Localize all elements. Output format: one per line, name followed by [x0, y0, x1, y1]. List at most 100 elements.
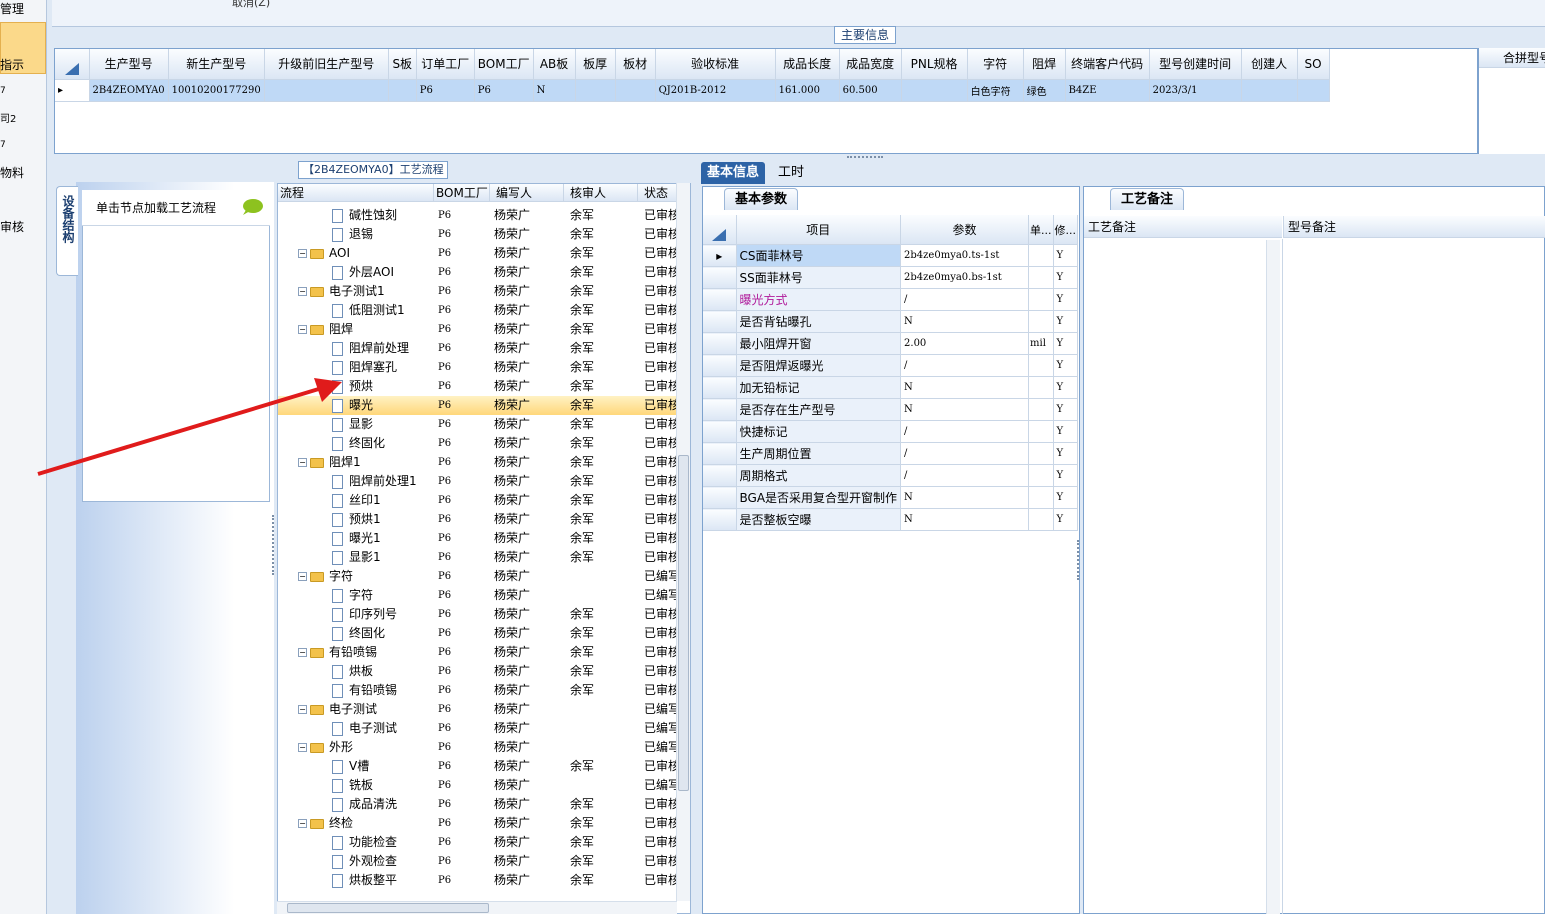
main-col-header[interactable]: S板	[388, 49, 417, 80]
tree-vertical-scrollbar[interactable]	[676, 183, 690, 901]
main-cell[interactable]	[901, 79, 968, 102]
param-value[interactable]: 2.00	[900, 332, 1030, 355]
main-col-header[interactable]: 字符	[967, 49, 1024, 80]
tree-row[interactable]: 铣板 P6 杨荣广 已编写	[278, 776, 678, 795]
param-value[interactable]: /	[900, 288, 1030, 311]
tree-row[interactable]: 印序列号 P6 杨荣广 余军 已审核	[278, 605, 678, 624]
tree-node[interactable]: 铣板	[278, 776, 433, 795]
main-col-header[interactable]: 板材	[615, 49, 656, 80]
collapse-icon[interactable]: −	[298, 287, 307, 296]
params-col-header[interactable]: 修...	[1053, 215, 1079, 245]
main-cell[interactable]	[264, 79, 389, 102]
merge-model-header[interactable]: 合拼型号	[1479, 48, 1545, 68]
tree-col-reviewer[interactable]: 核审人	[564, 184, 638, 202]
tree-row[interactable]: 曝光1 P6 杨荣广 余军 已审核	[278, 529, 678, 548]
tree-node[interactable]: 有铅喷锡	[278, 681, 433, 700]
main-col-header[interactable]: PNL规格	[901, 49, 968, 80]
tab-process-notes[interactable]: 工艺备注	[1110, 188, 1184, 210]
collapse-icon[interactable]: −	[298, 648, 307, 657]
tree-row[interactable]: 退锡 P6 杨荣广 余军 已审核	[278, 225, 678, 244]
main-cell[interactable]: P6	[474, 79, 534, 102]
tree-node[interactable]: 预烘1	[278, 510, 433, 529]
tree-row[interactable]: 终固化 P6 杨荣广 余军 已审核	[278, 624, 678, 643]
tree-row[interactable]: − 有铅喷锡 P6 杨荣广 余军 已审核	[278, 643, 678, 662]
param-value[interactable]: N	[900, 376, 1030, 399]
main-cell[interactable]	[388, 79, 417, 102]
collapse-icon[interactable]: −	[298, 743, 307, 752]
main-cell[interactable]: QJ201B-2012	[655, 79, 776, 102]
nav-item-review[interactable]: 审核	[0, 218, 24, 235]
nav-item-manage[interactable]: 管理	[0, 0, 24, 17]
tree-node[interactable]: − 电子测试	[278, 700, 433, 719]
tree-row[interactable]: 烘板整平 P6 杨荣广 余军 已审核	[278, 871, 678, 890]
params-row[interactable]: 最小阻焊开窗 2.00 mil Y	[703, 332, 1079, 355]
params-row[interactable]: 是否存在生产型号 N Y	[703, 398, 1079, 421]
tree-row[interactable]: 显影1 P6 杨荣广 余军 已审核	[278, 548, 678, 567]
main-col-header[interactable]: 型号创建时间	[1149, 49, 1242, 80]
param-value[interactable]: /	[900, 354, 1030, 377]
collapse-icon[interactable]: −	[298, 249, 307, 258]
tree-node[interactable]: V槽	[278, 757, 433, 776]
tree-row[interactable]: − AOI P6 杨荣广 余军 已审核	[278, 244, 678, 263]
main-cell[interactable]: B4ZE	[1065, 79, 1150, 102]
tree-row[interactable]: − 电子测试 P6 杨荣广 已编写	[278, 700, 678, 719]
tree-row[interactable]: 成品清洗 P6 杨荣广 余军 已审核	[278, 795, 678, 814]
tree-col-writer[interactable]: 编写人	[490, 184, 564, 202]
main-col-header[interactable]: 板厚	[575, 49, 616, 80]
tree-row[interactable]: 阻焊前处理 P6 杨荣广 余军 已审核	[278, 339, 678, 358]
tree-node[interactable]: 退锡	[278, 225, 433, 244]
tree-row[interactable]: V槽 P6 杨荣广 余军 已审核	[278, 757, 678, 776]
params-row[interactable]: 加无铅标记 N Y	[703, 376, 1079, 399]
tab-basic-params[interactable]: 基本参数	[724, 188, 798, 210]
params-row[interactable]: 是否整板空曝 N Y	[703, 508, 1079, 531]
tree-row[interactable]: 字符 P6 杨荣广 已编写	[278, 586, 678, 605]
main-cell[interactable]: 10010200177290	[168, 79, 265, 102]
main-cell[interactable]: 2023/3/1	[1149, 79, 1242, 102]
tree-scroll-thumb[interactable]	[678, 455, 689, 791]
left-splitter-grip[interactable]	[272, 515, 276, 575]
collapse-icon[interactable]: −	[298, 572, 307, 581]
tree-col-flow[interactable]: 流程	[278, 184, 434, 202]
main-col-header[interactable]: BOM工厂	[474, 49, 534, 80]
tab-basic-info[interactable]: 基本信息	[701, 162, 766, 184]
tree-horizontal-scrollbar[interactable]	[277, 901, 677, 914]
tree-node[interactable]: 字符	[278, 586, 433, 605]
nav-item-instruct[interactable]: 指示	[0, 56, 24, 73]
main-col-header[interactable]: AB板	[533, 49, 576, 80]
tree-row[interactable]: 丝印1 P6 杨荣广 余军 已审核	[278, 491, 678, 510]
param-value[interactable]: /	[900, 442, 1030, 465]
tree-node[interactable]: 电子测试	[278, 719, 433, 738]
tree-node[interactable]: − AOI	[278, 244, 433, 263]
main-col-header[interactable]: 新生产型号	[168, 49, 265, 80]
nav-item-material[interactable]: 物料	[0, 164, 24, 181]
collapse-icon[interactable]: −	[298, 819, 307, 828]
param-value[interactable]: /	[900, 420, 1030, 443]
tree-row[interactable]: 功能检查 P6 杨荣广 余军 已审核	[278, 833, 678, 852]
tree-row[interactable]: − 外形 P6 杨荣广 已编写	[278, 738, 678, 757]
param-value[interactable]: 2b4ze0mya0.bs-1st	[900, 266, 1030, 289]
nav-item-5[interactable]: 7	[0, 140, 6, 150]
tree-node[interactable]: 终固化	[278, 624, 433, 643]
tree-node[interactable]: 外层AOI	[278, 263, 433, 282]
params-col-header[interactable]: 项目	[736, 215, 902, 245]
tree-node[interactable]: − 终检	[278, 814, 433, 833]
params-row[interactable]: 快捷标记 / Y	[703, 420, 1079, 443]
params-col-header[interactable]: 单...	[1028, 215, 1054, 245]
params-row[interactable]: 曝光方式 / Y	[703, 288, 1079, 311]
main-cell[interactable]: P6	[416, 79, 475, 102]
main-cell[interactable]: 白色字符	[967, 79, 1024, 102]
main-col-header[interactable]: 终端客户代码	[1065, 49, 1150, 80]
tree-node[interactable]: − 电子测试1	[278, 282, 433, 301]
main-cell[interactable]: 2B4ZEOMYA0	[89, 79, 169, 102]
tree-node[interactable]: 碱性蚀刻	[278, 206, 433, 225]
load-process-header[interactable]: 单击节点加载工艺流程	[82, 190, 270, 226]
params-row[interactable]: 生产周期位置 / Y	[703, 442, 1079, 465]
tree-row[interactable]: 预烘1 P6 杨荣广 余军 已审核	[278, 510, 678, 529]
tree-node[interactable]: 功能检查	[278, 833, 433, 852]
main-cell[interactable]: 绿色	[1023, 79, 1066, 102]
params-row[interactable]: BGA是否采用复合型开窗制作 N Y	[703, 486, 1079, 509]
tree-node[interactable]: 烘板整平	[278, 871, 433, 890]
tree-col-bom[interactable]: BOM工厂	[434, 184, 490, 202]
tree-node[interactable]: 曝光1	[278, 529, 433, 548]
main-col-header[interactable]: 生产型号	[89, 49, 169, 80]
